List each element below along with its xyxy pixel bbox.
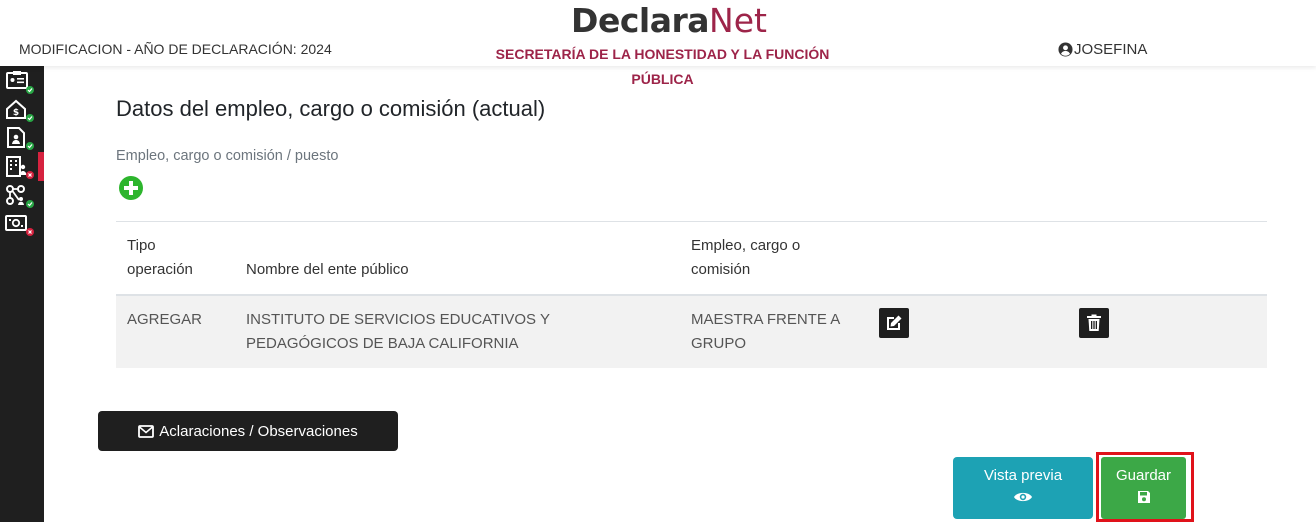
user-menu[interactable]: JOSEFINA (1058, 41, 1147, 58)
sidebar-item-datos-curriculares[interactable] (4, 126, 36, 152)
plus-circle-icon (119, 176, 143, 200)
envelope-icon (138, 424, 155, 438)
header-empleo-line2: comisión (691, 261, 751, 278)
sidebar-item-ingresos[interactable] (4, 212, 36, 238)
agency-line-1: SECRETARÍA DE LA HONESTIDAD Y LA FUNCIÓN (495, 46, 830, 62)
cell-nombre: INSTITUTO DE SERVICIOS EDUCATIVOS Y PEDA… (246, 308, 550, 356)
user-circle-icon (1058, 42, 1073, 57)
id-card-icon (6, 71, 34, 94)
house-dollar-icon: $ (6, 99, 34, 122)
logo-net: Net (709, 1, 767, 40)
user-name: JOSEFINA (1074, 41, 1148, 58)
top-header: DeclaraNet MODIFICACION - AÑO DE DECLARA… (0, 0, 1316, 87)
sidebar-item-datos-generales[interactable] (4, 70, 36, 96)
cell-tipo: AGREGAR (127, 311, 203, 328)
floppy-disk-icon (1137, 491, 1150, 503)
money-check-icon (5, 215, 34, 236)
field-label: Empleo, cargo o comisión / puesto (116, 148, 339, 164)
declaration-info: MODIFICACION - AÑO DE DECLARACIÓN: 2024 (19, 41, 332, 57)
cell-empleo-line1: MAESTRA FRENTE A (691, 311, 841, 328)
sidebar-item-experiencia[interactable] (4, 184, 36, 210)
cell-nombre-line2: PEDAGÓGICOS DE BAJA CALIFORNIA (246, 335, 519, 352)
trash-icon (1087, 314, 1101, 331)
observations-label: Aclaraciones / Observaciones (159, 422, 358, 440)
cell-empleo: MAESTRA FRENTE A GRUPO (691, 308, 840, 356)
agency-name: SECRETARÍA DE LA HONESTIDAD Y LA FUNCIÓN… (470, 42, 855, 92)
preview-label: Vista previa (983, 467, 1063, 484)
edit-icon (887, 315, 902, 330)
agency-line-2: PÚBLICA (631, 71, 694, 87)
header-empleo-line1: Empleo, cargo o (691, 237, 801, 254)
delete-row-button[interactable] (1079, 308, 1109, 338)
divider (116, 221, 1267, 222)
preview-button[interactable]: Vista previa (953, 457, 1093, 519)
logo-declara: Declara (571, 1, 710, 40)
sidebar: $ (0, 66, 44, 522)
app-logo: DeclaraNet (0, 2, 1316, 40)
save-button[interactable]: Guardar (1101, 457, 1186, 519)
document-person-icon (7, 127, 34, 150)
active-section-indicator (38, 152, 44, 181)
sidebar-item-empleo-actual[interactable] (4, 155, 36, 181)
svg-text:$: $ (13, 108, 19, 118)
header-tipo-line2: operación (127, 261, 193, 278)
header-tipo-line1: Tipo (127, 237, 156, 254)
cell-empleo-line2: GRUPO (691, 335, 747, 352)
section-title: Datos del empleo, cargo o comisión (actu… (116, 96, 546, 121)
save-label: Guardar (1115, 467, 1172, 484)
observations-button[interactable]: Aclaraciones / Observaciones (98, 411, 398, 451)
header-empleo: Empleo, cargo o comisión (691, 234, 800, 282)
header-nombre-ente: Nombre del ente público (246, 261, 409, 278)
cell-nombre-line1: INSTITUTO DE SERVICIOS EDUCATIVOS Y (246, 311, 550, 328)
header-tipo-operacion: Tipo operación (127, 234, 193, 282)
add-employment-button[interactable] (119, 176, 143, 200)
sidebar-item-domicilio[interactable]: $ (4, 98, 36, 124)
edit-row-button[interactable] (879, 308, 909, 338)
eye-icon (1014, 492, 1032, 502)
network-person-icon (6, 185, 34, 208)
building-person-icon (6, 156, 34, 179)
